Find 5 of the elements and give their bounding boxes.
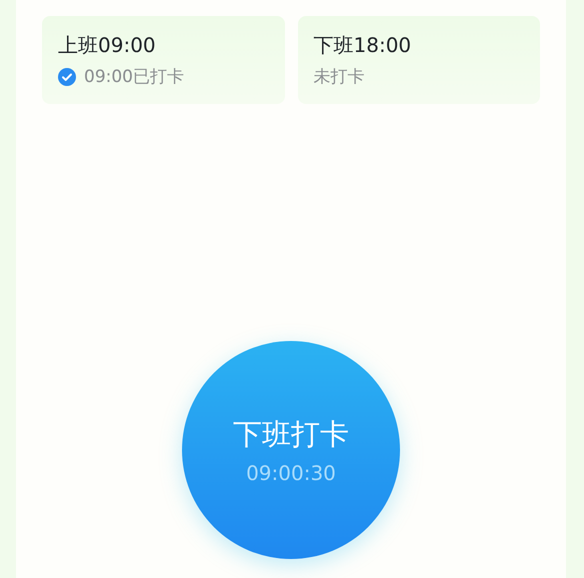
punch-button[interactable]: 下班打卡 09:00:30 — [182, 341, 400, 559]
shift-status: 未打卡 — [314, 66, 364, 88]
shift-status: 09:00已打卡 — [84, 66, 184, 88]
shift-label: 下班18:00 — [314, 32, 412, 59]
shift-label: 上班09:00 — [58, 32, 156, 59]
